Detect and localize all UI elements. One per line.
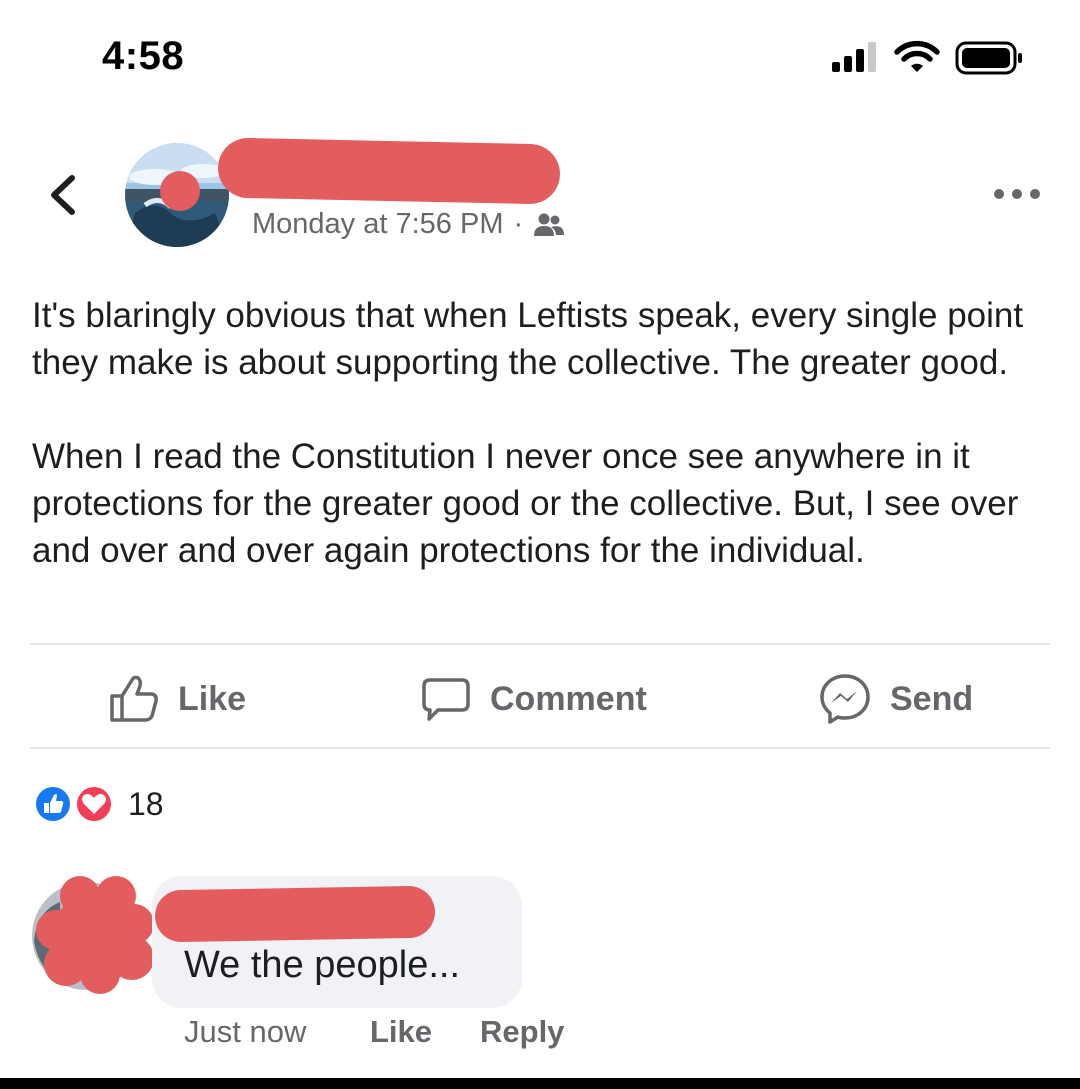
friends-audience-icon[interactable]: [533, 212, 565, 238]
commenter-name-redaction: [154, 885, 436, 943]
divider-top: [30, 643, 1050, 645]
meta-separator: ·: [513, 208, 524, 240]
commenter-avatar[interactable]: [30, 872, 154, 996]
poster-avatar[interactable]: [125, 143, 229, 247]
status-time: 4:58: [102, 34, 185, 78]
like-label: Like: [178, 679, 247, 718]
poster-name-redaction: [217, 137, 561, 205]
post-body: It's blaringly obvious that when Leftist…: [32, 292, 1052, 574]
comment-icon: [422, 678, 470, 721]
messenger-icon: [820, 674, 870, 724]
post-timestamp[interactable]: Monday at 7:56 PM: [252, 208, 503, 241]
divider-bottom: [30, 747, 1050, 749]
more-options-icon[interactable]: [992, 184, 1042, 204]
post-paragraph-1: It's blaringly obvious that when Leftist…: [32, 296, 1024, 382]
comment-label: Comment: [490, 679, 647, 718]
battery-icon: [955, 41, 1022, 75]
send-button[interactable]: Send: [818, 672, 973, 726]
comment-like-button[interactable]: Like: [370, 1014, 432, 1050]
like-button[interactable]: Like: [108, 672, 246, 726]
reaction-count: 18: [128, 785, 164, 822]
post-meta: Monday at 7:56 PM ·: [252, 208, 565, 241]
send-label: Send: [890, 679, 974, 718]
reactions-summary[interactable]: 18: [32, 784, 164, 824]
wifi-icon: [894, 40, 940, 72]
reaction-icons: [34, 785, 113, 823]
back-arrow-icon[interactable]: [40, 170, 90, 220]
thumbs-up-icon: [110, 675, 158, 722]
signal-icon: [832, 42, 876, 72]
comment-button[interactable]: Comment: [420, 672, 647, 726]
post-paragraph-2: When I read the Constitution I never onc…: [32, 437, 1019, 570]
bottom-edge-bar: [0, 1078, 1080, 1089]
comment-time: Just now: [184, 1014, 307, 1049]
comment-reply-button[interactable]: Reply: [480, 1014, 564, 1050]
comment-text: We the people...: [184, 944, 461, 986]
